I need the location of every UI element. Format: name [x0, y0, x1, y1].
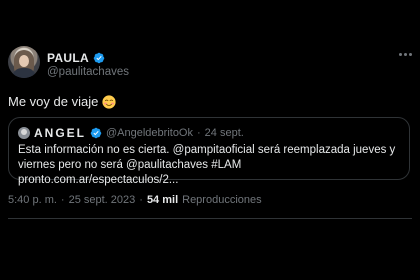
more-options-button[interactable] [396, 47, 414, 61]
quoted-date: 24 sept. [204, 127, 244, 139]
tweet-card: PAULA @paulitachaves Me voy de viaje ANG… [0, 0, 420, 280]
author-handle[interactable]: @paulitachaves [47, 66, 129, 78]
tweet-meta: 5:40 p. m. · 25 sept. 2023 · 54 mil Repr… [8, 194, 262, 206]
views-label: Reproducciones [182, 194, 262, 206]
verified-badge-icon [93, 52, 105, 64]
quoted-author-name: ANGEL [34, 126, 86, 140]
quoted-author-handle: @AngeldebritoOk [106, 127, 193, 139]
quoted-separator: · [197, 127, 201, 139]
tweet-date[interactable]: 25 sept. 2023 [69, 194, 136, 206]
author-name-row: PAULA [47, 51, 105, 65]
quoted-tweet[interactable]: ANGEL @AngeldebritoOk · 24 sept. Esta in… [8, 117, 410, 186]
quoted-tweet-header: ANGEL @AngeldebritoOk · 24 sept. [18, 126, 244, 140]
quoted-text-line-1: Esta información no es cierta. @pampitao… [18, 144, 396, 156]
views-count: 54 mil [146, 194, 179, 206]
tweet-text-content: Me voy de viaje [8, 94, 99, 109]
quoted-author-avatar [18, 127, 30, 139]
author-avatar[interactable] [8, 46, 40, 78]
smiling-face-emoji-icon [102, 94, 116, 109]
tweet-time[interactable]: 5:40 p. m. [8, 194, 57, 206]
meta-separator-1: · [60, 194, 65, 206]
avatar-face [19, 55, 29, 67]
quoted-text-line-2: viernes pero no será @paulitachaves #LAM… [18, 159, 242, 186]
tweet-text: Me voy de viaje [8, 94, 116, 109]
author-name[interactable]: PAULA [47, 51, 89, 65]
quoted-tweet-text: Esta información no es cierta. @pampitao… [18, 143, 404, 188]
avatar-body [12, 68, 36, 78]
quoted-verified-badge-icon [90, 127, 102, 139]
meta-separator-2: · [139, 194, 143, 206]
divider [8, 218, 412, 219]
